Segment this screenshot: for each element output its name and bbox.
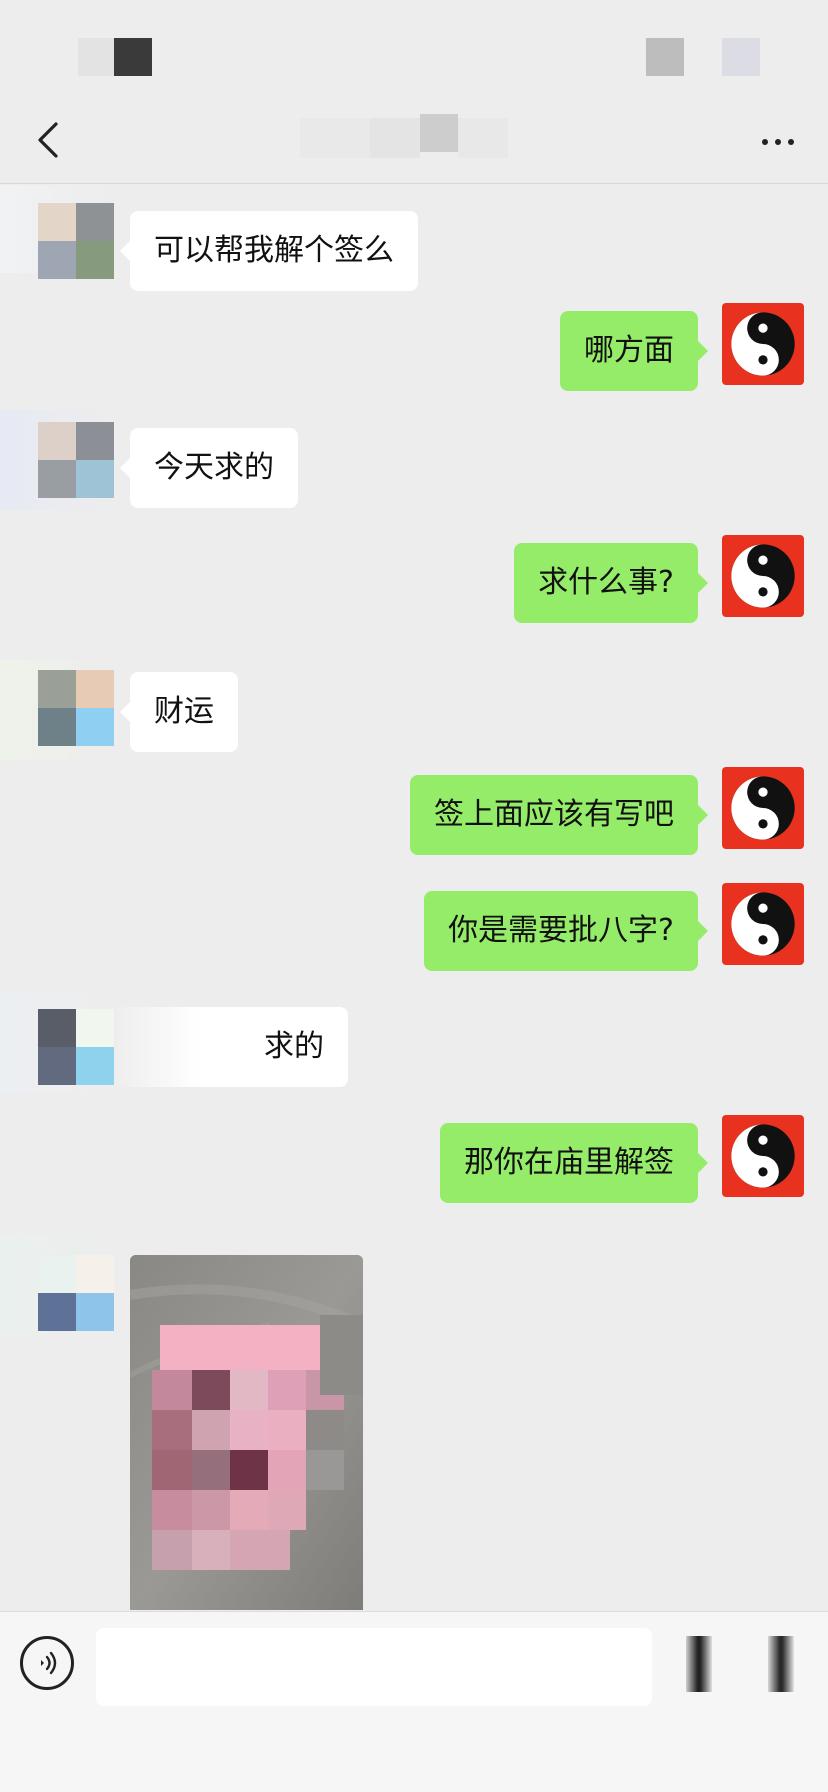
voice-icon — [41, 1651, 57, 1675]
self-avatar[interactable] — [722, 1115, 804, 1197]
input-bar — [0, 1611, 828, 1792]
message-bubble[interactable]: 可以帮我解个签么 — [120, 211, 418, 291]
yin-yang-icon — [731, 892, 795, 956]
chevron-left-icon — [38, 122, 58, 158]
message-row-incoming: 财运 — [0, 650, 828, 760]
status-bar — [0, 0, 828, 100]
yin-yang-icon — [731, 776, 795, 840]
status-signal-blur — [646, 38, 684, 76]
contact-avatar[interactable] — [38, 422, 114, 498]
message-row-outgoing: 那你在庙里解签 — [0, 1115, 828, 1215]
status-time-blur — [78, 38, 114, 76]
yin-yang-icon — [731, 544, 795, 608]
chat-title-pixelated — [300, 112, 530, 164]
message-row-outgoing: 哪方面 — [0, 303, 828, 403]
more-icon — [762, 139, 794, 145]
emoji-button-pixelated[interactable] — [686, 1636, 712, 1692]
message-row-outgoing: 求什么事? — [0, 535, 828, 635]
contact-avatar[interactable] — [38, 1009, 114, 1085]
status-time-blur — [114, 38, 152, 76]
add-button-pixelated[interactable] — [768, 1636, 794, 1692]
message-bubble[interactable]: 哪方面 — [560, 311, 708, 391]
message-bubble[interactable]: 签上面应该有写吧 — [410, 775, 708, 855]
message-row-incoming: 求的 — [0, 993, 828, 1093]
more-button[interactable] — [752, 120, 804, 164]
self-avatar[interactable] — [722, 883, 804, 965]
message-row-outgoing: 签上面应该有写吧 — [0, 767, 828, 867]
message-bubble[interactable]: 求什么事? — [514, 543, 708, 623]
redaction-blur — [116, 1007, 256, 1087]
chat-header — [0, 100, 828, 184]
back-button[interactable] — [24, 116, 72, 164]
message-image[interactable] — [130, 1255, 363, 1610]
message-bubble[interactable]: 你是需要批八字? — [424, 891, 708, 971]
message-bubble[interactable]: 财运 — [120, 672, 238, 752]
yin-yang-icon — [731, 312, 795, 376]
message-row-outgoing: 你是需要批八字? — [0, 883, 828, 983]
message-row-incoming — [0, 1235, 828, 1610]
message-row-incoming: 可以帮我解个签么 — [0, 185, 828, 291]
message-list[interactable]: 可以帮我解个签么 哪方面 今天求的 求什么事? 财运 签上面应该有写吧 你是需要… — [0, 185, 828, 1610]
message-bubble[interactable]: 那你在庙里解签 — [440, 1123, 708, 1203]
self-avatar[interactable] — [722, 303, 804, 385]
contact-avatar[interactable] — [38, 670, 114, 746]
self-avatar[interactable] — [722, 535, 804, 617]
message-bubble[interactable]: 今天求的 — [120, 428, 298, 508]
fortune-slip-photo — [130, 1255, 363, 1610]
status-battery-blur — [722, 38, 760, 76]
yin-yang-icon — [731, 1124, 795, 1188]
message-input[interactable] — [96, 1628, 652, 1706]
message-row-incoming: 今天求的 — [0, 410, 828, 510]
contact-avatar[interactable] — [38, 1255, 114, 1331]
voice-button[interactable] — [20, 1636, 74, 1690]
self-avatar[interactable] — [722, 767, 804, 849]
contact-avatar[interactable] — [38, 203, 114, 279]
